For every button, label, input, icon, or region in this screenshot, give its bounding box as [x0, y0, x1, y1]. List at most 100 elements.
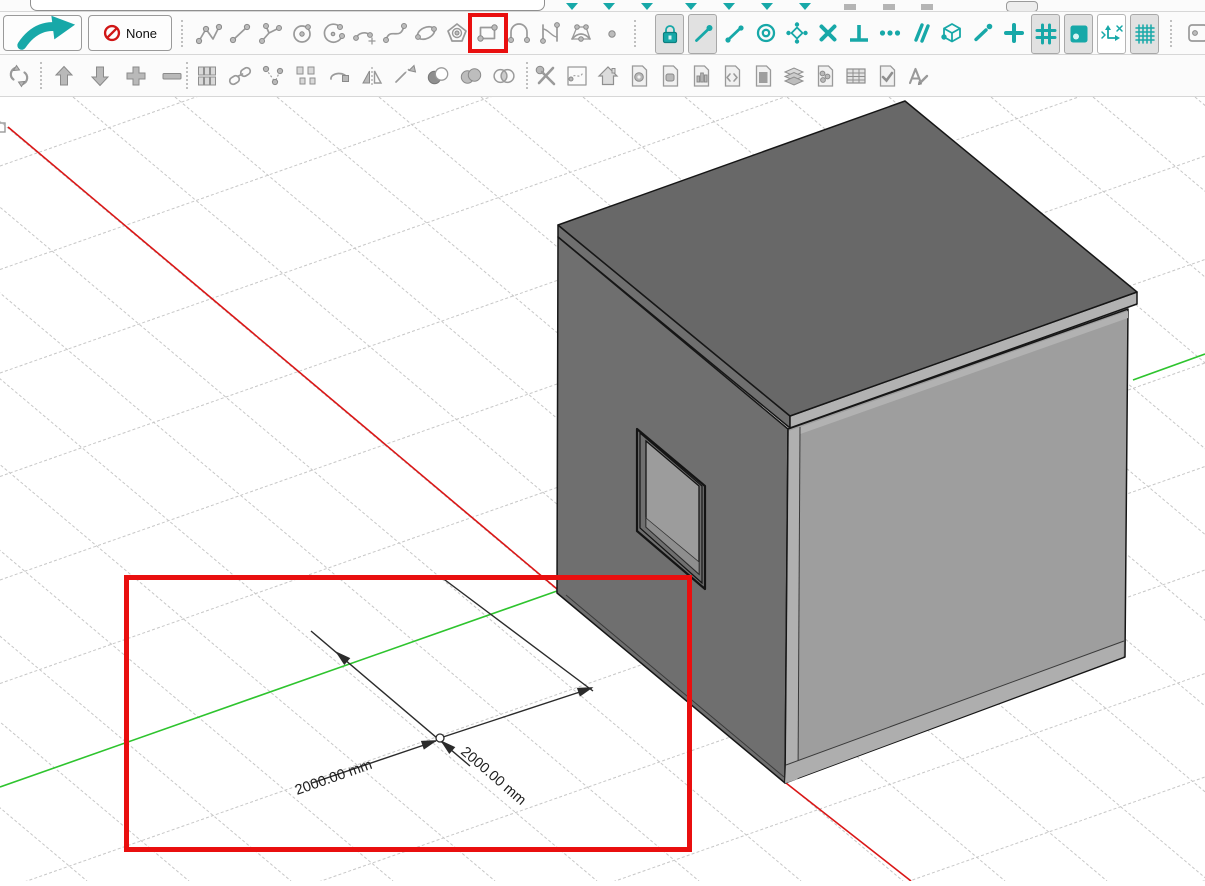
add-constraint-button[interactable] [1000, 14, 1027, 52]
create-conic-button[interactable] [381, 14, 408, 52]
annotation-editor-button[interactable] [904, 57, 931, 95]
plus-flat-icon [123, 63, 149, 89]
constrain-lock-button[interactable] [655, 14, 684, 54]
boolean-union-button[interactable] [457, 57, 484, 95]
arch-icon [506, 20, 532, 46]
create-arc-polyline-button[interactable] [257, 14, 284, 52]
dropdown-chevron-icon[interactable] [566, 3, 578, 10]
dropdown-chevron-icon[interactable] [685, 3, 697, 10]
create-arch-slot-button[interactable] [505, 14, 532, 52]
spreadsheet-button[interactable] [842, 57, 869, 95]
toolbar-stub-icon[interactable] [921, 4, 933, 10]
recompute-swirl-icon [6, 63, 32, 89]
leave-sketch-button[interactable] [3, 15, 82, 51]
overflow-stub[interactable] [1006, 1, 1038, 11]
dimension-button[interactable] [688, 14, 717, 54]
toggle-snap-button[interactable] [1064, 14, 1093, 54]
trim-edge-button[interactable] [325, 57, 352, 95]
document-shape-button[interactable] [656, 57, 683, 95]
selection-filter-input[interactable] [30, 0, 545, 11]
extend-edge-button[interactable] [391, 57, 418, 95]
link-objects-button[interactable] [226, 57, 253, 95]
layers-button[interactable] [780, 57, 807, 95]
arc-endpoints-icon [351, 20, 377, 46]
external-geometry-button[interactable] [938, 14, 965, 52]
render-order-button[interactable] [1097, 14, 1126, 54]
configure-tools-button[interactable] [532, 57, 559, 95]
periodic-bspline-icon [568, 20, 594, 46]
filter-none-label: None [126, 26, 157, 41]
document-chart-button[interactable] [687, 57, 714, 95]
remove-element-button[interactable] [158, 57, 185, 95]
constrain-perpendicular-button[interactable] [845, 14, 872, 52]
dimension-icon [690, 21, 716, 47]
constrain-distance-button[interactable] [721, 14, 748, 52]
toolbar-stub-icon[interactable] [844, 4, 856, 10]
map-sketch-button[interactable] [563, 57, 590, 95]
snap-square-icon [1066, 21, 1092, 47]
move-down-button[interactable] [86, 57, 113, 95]
create-line-button[interactable] [226, 14, 253, 52]
spheres-dark-icon [425, 63, 451, 89]
boolean-intersect-button[interactable] [490, 57, 517, 95]
create-bspline-button[interactable] [536, 14, 563, 52]
polygon-icon [444, 20, 470, 46]
x-axis-red-line [8, 127, 557, 589]
freecad-sketcher-screen: { "toolbar": { "highlight_color": "#e90f… [0, 0, 1205, 880]
constrain-angle-button[interactable] [969, 14, 996, 52]
create-polygon-button[interactable] [443, 14, 470, 52]
document-macro-button[interactable] [718, 57, 745, 95]
clipped-toolbar-button[interactable] [1184, 14, 1205, 52]
dropdown-chevron-icon[interactable] [799, 3, 811, 10]
split-edge-button[interactable] [292, 57, 319, 95]
dropdown-chevron-icon[interactable] [641, 3, 653, 10]
constrain-symmetric-button[interactable] [783, 14, 810, 52]
create-ellipse-button[interactable] [412, 14, 439, 52]
create-arc-button[interactable] [319, 14, 346, 52]
ellipsis-icon [877, 20, 903, 46]
house-icon [595, 63, 621, 89]
doc-fill-icon [750, 63, 776, 89]
constrain-concentric-button[interactable] [752, 14, 779, 52]
create-arc-endpoints-button[interactable] [350, 14, 377, 52]
constrain-parallel-button[interactable] [907, 14, 934, 52]
table-icon [843, 63, 869, 89]
document-fill-button[interactable] [749, 57, 776, 95]
tools-icon [533, 63, 559, 89]
insert-knot-button[interactable] [259, 57, 286, 95]
filter-none-button[interactable]: None [88, 15, 172, 51]
toggle-fine-grid-button[interactable] [1130, 14, 1159, 54]
dropdown-chevron-icon[interactable] [761, 3, 773, 10]
concentric-icon [753, 20, 779, 46]
layout-columns-button[interactable] [193, 57, 220, 95]
document-settings-button[interactable] [625, 57, 652, 95]
document-parts-button[interactable] [811, 57, 838, 95]
create-point-button[interactable] [598, 14, 625, 52]
recompute-button[interactable] [5, 57, 32, 95]
go-home-button[interactable] [594, 57, 621, 95]
dropdown-chevron-icon[interactable] [723, 3, 735, 10]
toolbar-separator [1170, 20, 1172, 47]
polyline-icon [196, 20, 222, 46]
dropdown-chevron-icon[interactable] [603, 3, 615, 10]
mirror-symmetry-button[interactable] [358, 57, 385, 95]
perpendicular-icon [846, 20, 872, 46]
constrain-block-button[interactable] [814, 14, 841, 52]
x-axis-red-line [786, 783, 911, 881]
sketch-map-icon [564, 63, 590, 89]
knot-nodes-icon [260, 63, 286, 89]
create-polyline-button[interactable] [195, 14, 222, 52]
validate-sketch-button[interactable] [873, 57, 900, 95]
toggle-grid-button[interactable] [1031, 14, 1060, 54]
sketcher-toolbar-row: None [0, 11, 1205, 55]
teal-swoosh-arrow-icon [4, 11, 81, 55]
move-up-button[interactable] [50, 57, 77, 95]
boolean-subtract-button[interactable] [424, 57, 451, 95]
add-element-button[interactable] [122, 57, 149, 95]
document-tools-group [532, 57, 931, 95]
toolbar-stub-icon[interactable] [883, 4, 895, 10]
columns-icon [194, 63, 220, 89]
create-circle-button[interactable] [288, 14, 315, 52]
constraint-extras-button[interactable] [876, 14, 903, 52]
create-periodic-bspline-button[interactable] [567, 14, 594, 52]
